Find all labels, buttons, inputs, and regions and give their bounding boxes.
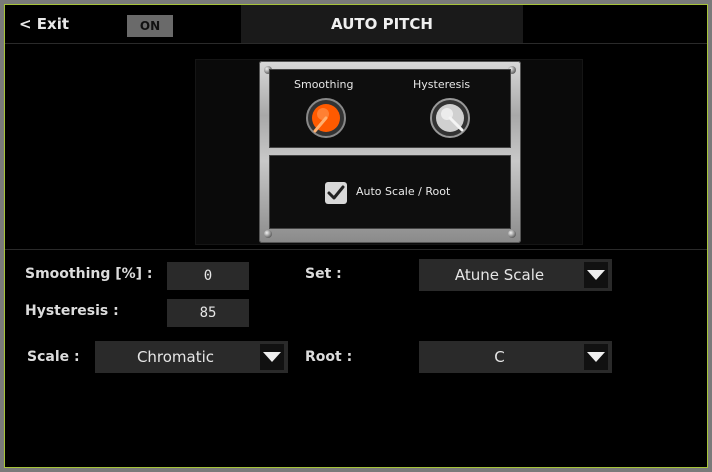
checkbox-section: Auto Scale / Root [269,155,511,229]
set-label: Set : [305,266,342,282]
smoothing-param-label: Smoothing [%] : [25,266,153,282]
chevron-down-icon [584,262,608,288]
effect-panel: Smoothing Hysteresis Auto Scale / Root [259,61,521,243]
divider [5,249,707,250]
app-window: < Exit ON AUTO PITCH Smoothing Hysteresi… [4,4,708,468]
scale-dropdown-value: Chromatic [136,348,215,366]
top-bar: < Exit ON AUTO PITCH [5,5,707,44]
checkmark-icon [327,185,345,200]
chevron-down-icon [260,344,284,370]
scale-label: Scale : [27,349,80,365]
root-dropdown[interactable]: C [419,341,612,373]
set-dropdown-value: Atune Scale [454,266,545,284]
scale-dropdown[interactable]: Chromatic [95,341,288,373]
root-dropdown-value: C [494,348,505,366]
chevron-down-icon [584,344,608,370]
knob-section: Smoothing Hysteresis [269,69,511,148]
smoothing-value-field[interactable]: 0 [167,262,249,290]
page-title: AUTO PITCH [241,5,523,43]
auto-scale-root-checkbox[interactable] [325,182,347,204]
auto-scale-root-label: Auto Scale / Root [356,185,451,198]
root-label: Root : [305,349,353,365]
set-dropdown[interactable]: Atune Scale [419,259,612,291]
smoothing-knob[interactable] [306,98,346,138]
on-toggle-button[interactable]: ON [127,15,173,37]
hysteresis-knob[interactable] [430,98,470,138]
hysteresis-param-label: Hysteresis : [25,303,119,319]
hysteresis-value-field[interactable]: 85 [167,299,249,327]
screw-icon [508,230,516,238]
screw-icon [264,230,272,238]
exit-button[interactable]: < Exit [19,15,69,33]
hysteresis-knob-label: Hysteresis [413,78,471,91]
smoothing-knob-label: Smoothing [294,78,354,91]
